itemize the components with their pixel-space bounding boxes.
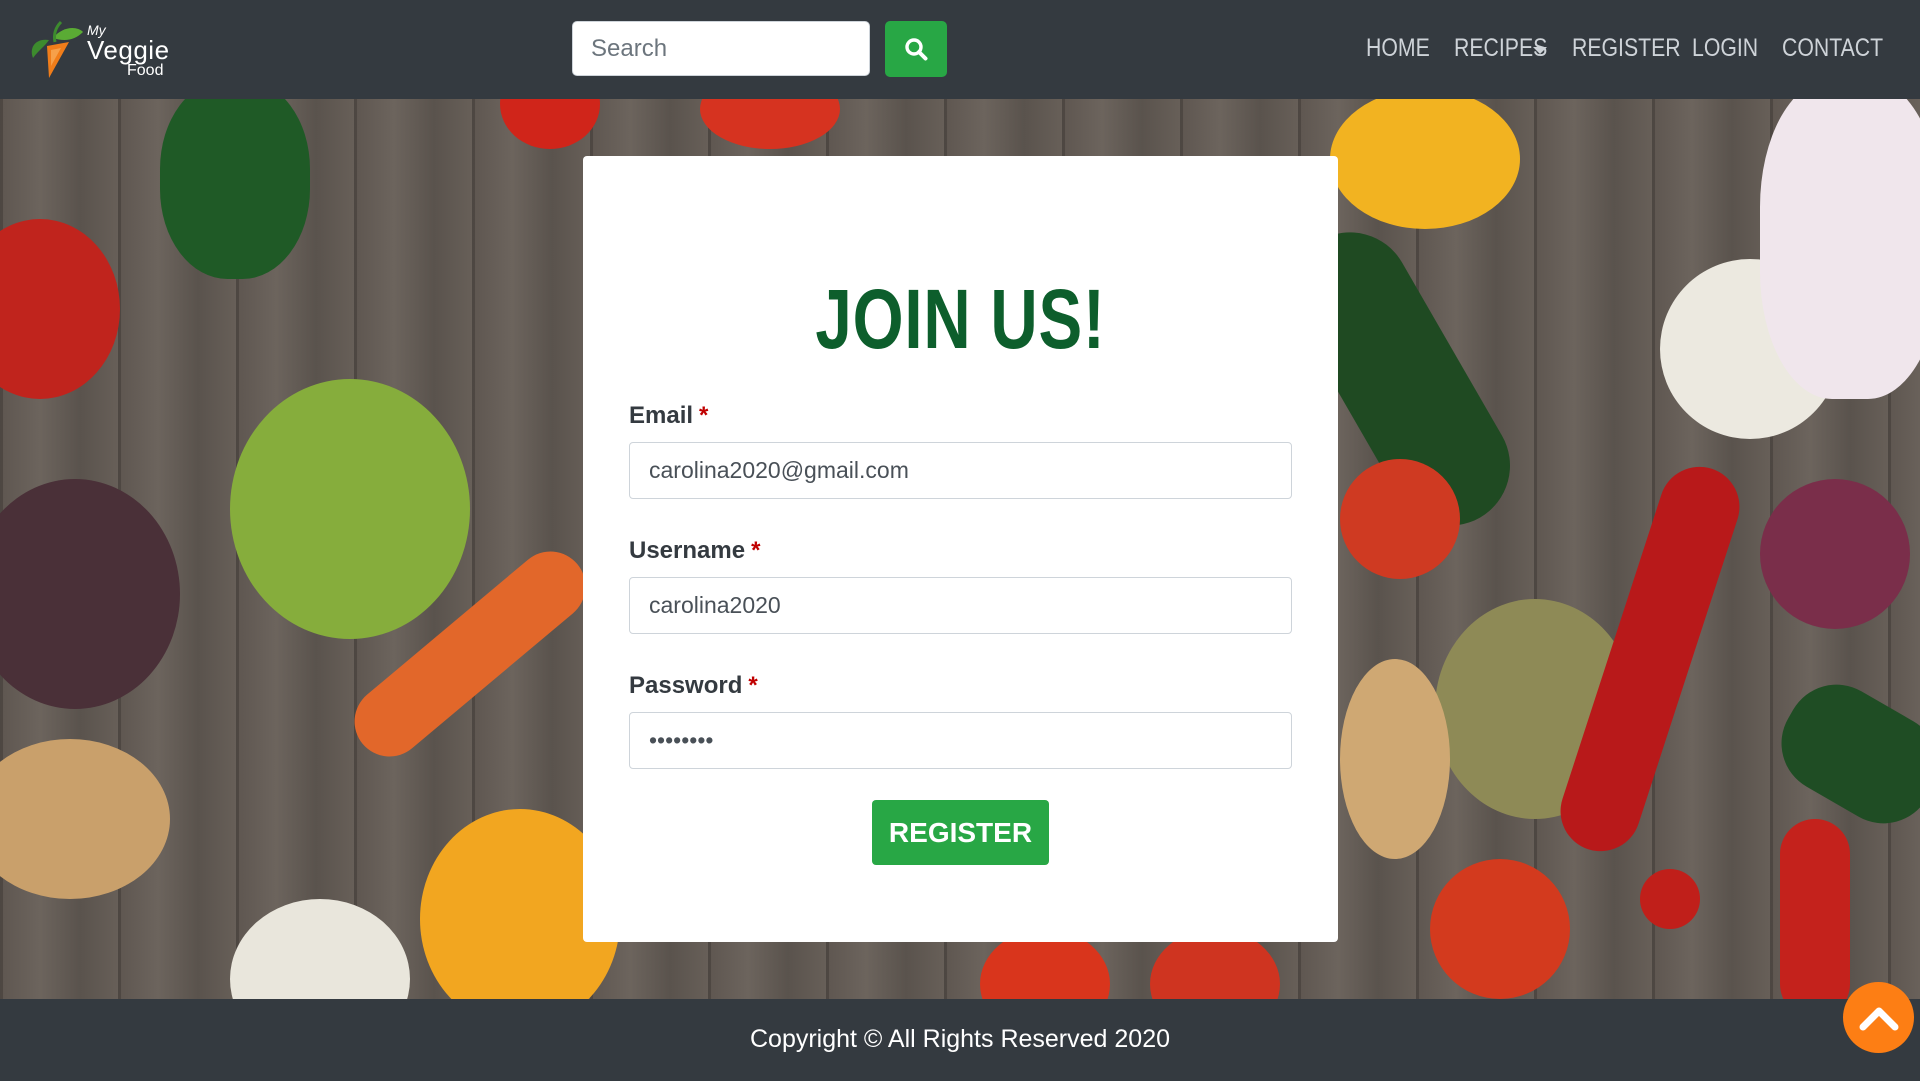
navbar: My Veggie Food HOME RECIPES REGISTER LOG… — [0, 0, 1920, 99]
username-label-text: Username — [629, 537, 746, 564]
brand-food: Food — [127, 62, 164, 79]
required-mark: * — [751, 537, 761, 564]
register-button[interactable]: REGISTER — [872, 800, 1049, 865]
register-card: JOIN US! Email* Username* Password* REGI… — [583, 156, 1338, 942]
chevron-up-icon — [1859, 1007, 1898, 1030]
page-title: JOIN US! — [815, 272, 1106, 366]
email-label: Email * — [629, 402, 708, 430]
caret-down-icon[interactable] — [1533, 47, 1547, 54]
scroll-top-button[interactable] — [1843, 982, 1914, 1053]
required-mark: * — [748, 672, 758, 699]
search-button[interactable] — [885, 21, 947, 77]
password-field[interactable] — [629, 712, 1292, 769]
nav-register[interactable]: REGISTER — [1572, 34, 1681, 63]
email-label-text: Email — [629, 402, 694, 429]
copyright-text: Copyright © All Rights Reserved 2020 — [749, 1025, 1171, 1053]
nav-login[interactable]: LOGIN — [1692, 34, 1758, 63]
carrot-logo-icon — [31, 20, 83, 78]
username-field[interactable] — [629, 577, 1292, 634]
password-label-text: Password — [629, 672, 743, 699]
search-input[interactable] — [572, 21, 870, 76]
required-mark: * — [699, 402, 709, 429]
email-field[interactable] — [629, 442, 1292, 499]
username-label: Username * — [629, 537, 760, 565]
nav-contact[interactable]: CONTACT — [1782, 34, 1883, 63]
password-label: Password * — [629, 672, 758, 700]
vegetables-background: JOIN US! Email* Username* Password* REGI… — [0, 99, 1920, 999]
nav-home[interactable]: HOME — [1366, 34, 1430, 63]
search-icon — [905, 38, 928, 61]
brand-logo[interactable]: My Veggie Food — [27, 20, 177, 82]
footer: Copyright © All Rights Reserved 2020 — [0, 999, 1920, 1081]
